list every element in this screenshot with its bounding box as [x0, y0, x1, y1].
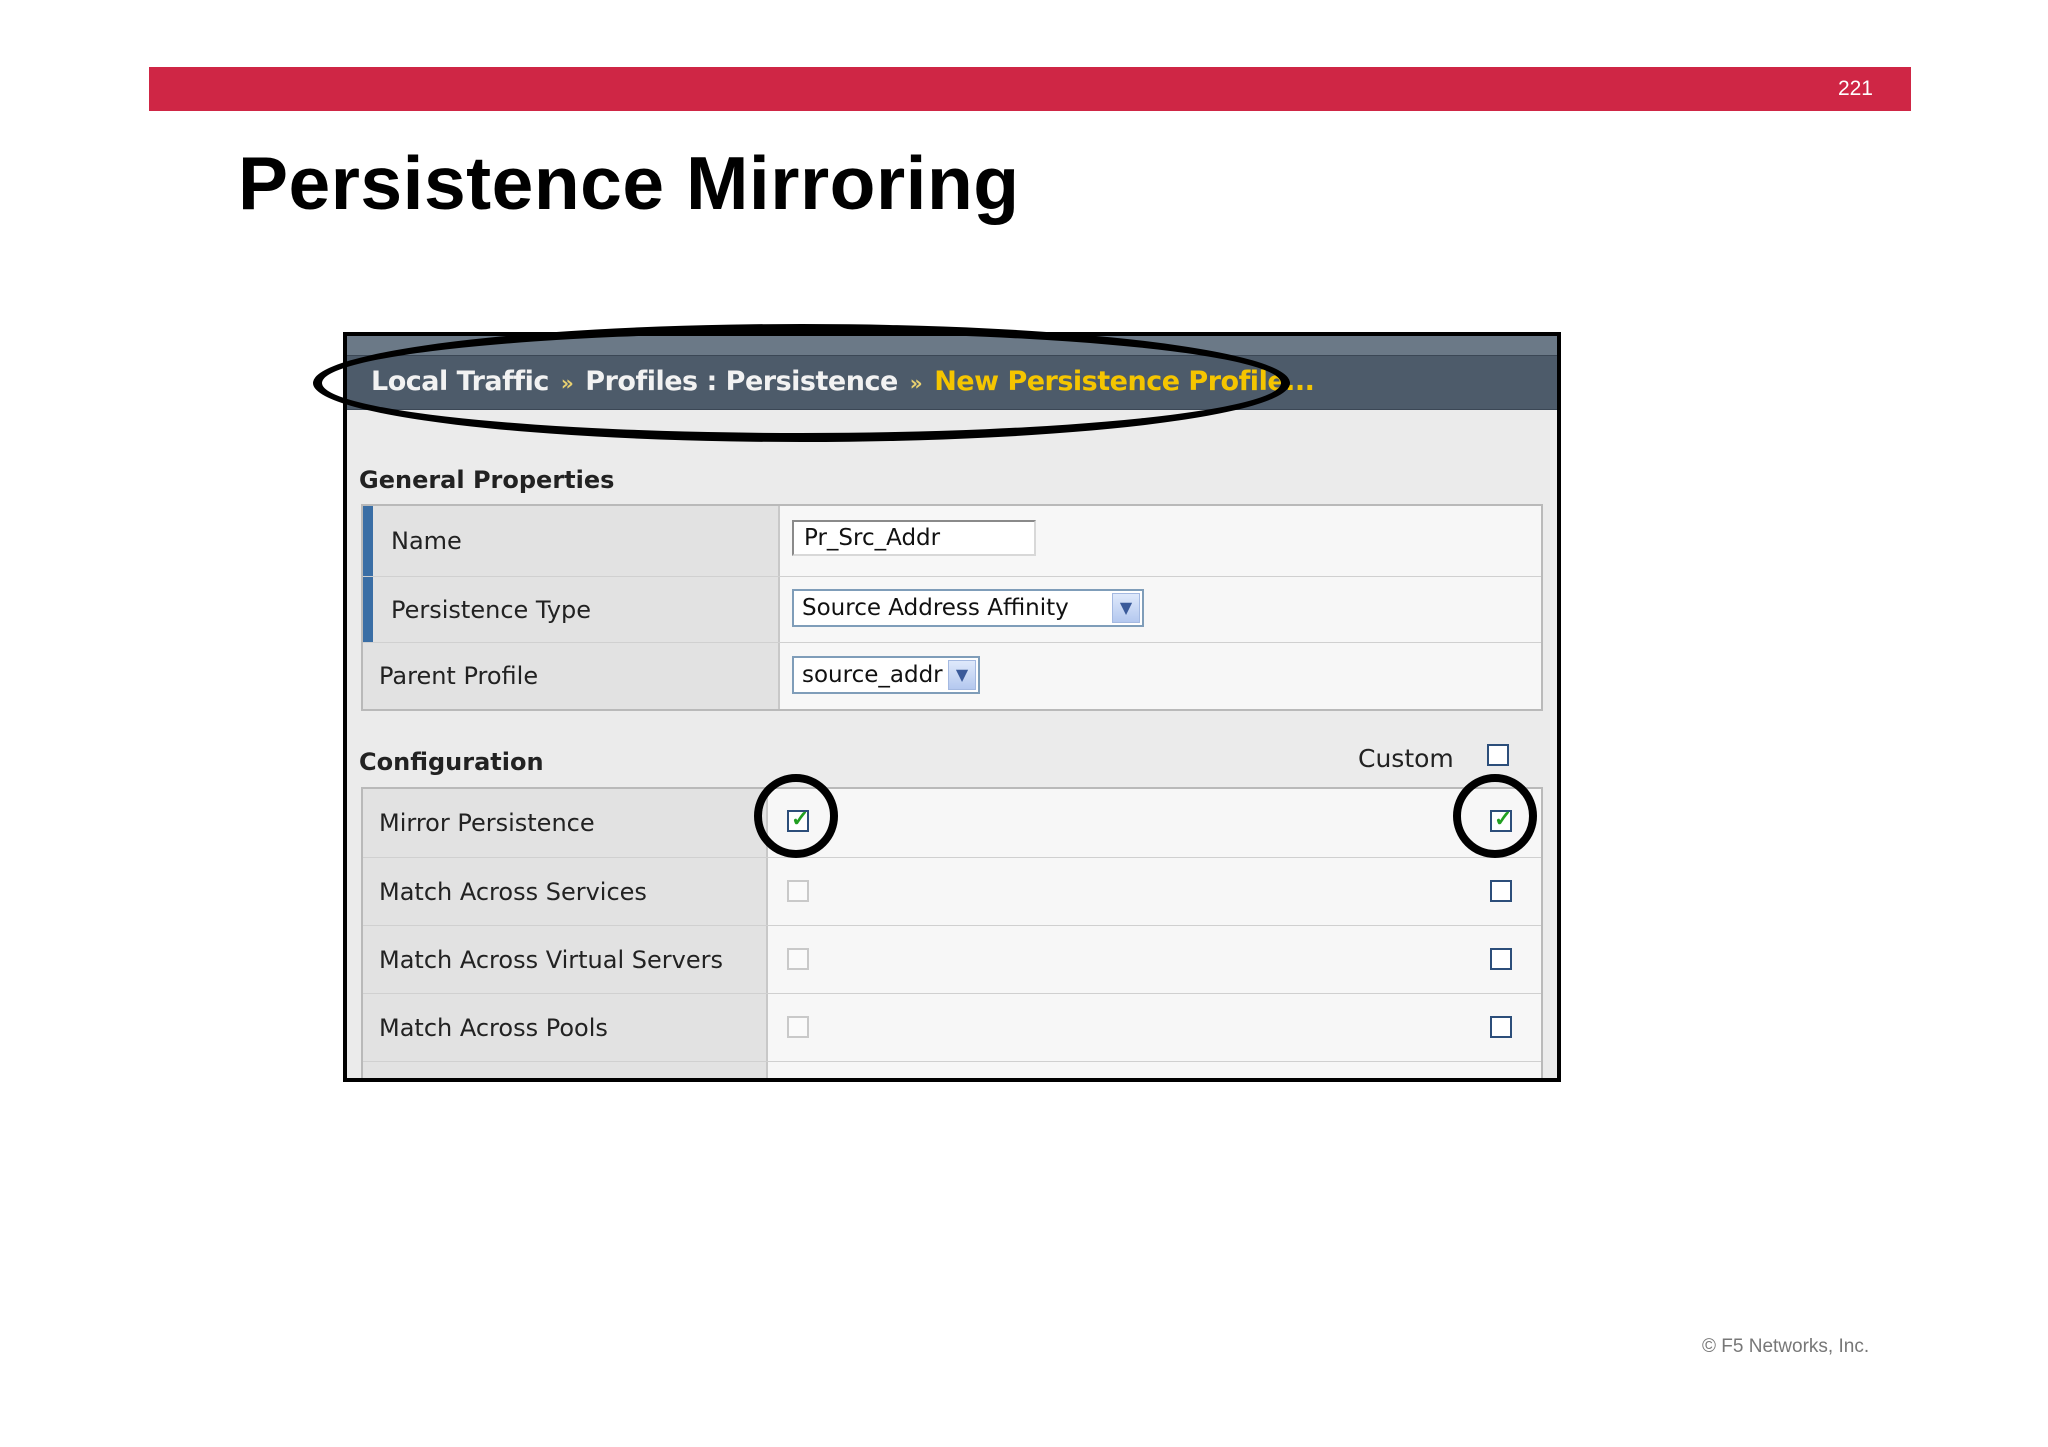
custom-checkbox[interactable]: [1487, 744, 1509, 766]
configuration-title: Configuration: [359, 748, 544, 776]
custom-checkbox-highlight-circle: [1453, 774, 1537, 858]
slide-header-bar: 221: [149, 67, 1911, 111]
name-row: Name Pr_Src_Addr: [363, 506, 1541, 576]
config-row: Match Across Services: [363, 857, 1541, 925]
chevron-down-icon[interactable]: ▼: [1112, 593, 1140, 623]
name-input[interactable]: Pr_Src_Addr: [792, 520, 1036, 556]
slide-title: Persistence Mirroring: [238, 141, 1020, 225]
persistence-type-label: Persistence Type: [391, 595, 592, 624]
persistence-type-row: Persistence Type Source Address Affinity…: [363, 576, 1541, 642]
breadcrumb-highlight-ellipse: [313, 324, 1290, 442]
match-across-services-label: Match Across Services: [379, 877, 647, 906]
name-label: Name: [391, 527, 462, 555]
match-across-pools-custom-checkbox[interactable]: [1490, 1016, 1512, 1038]
mirror-persistence-label: Mirror Persistence: [379, 809, 595, 837]
required-marker: [363, 577, 373, 642]
screenshot-frame: Local Traffic» Profiles : Persistence» New…: [343, 332, 1561, 1082]
match-across-virtual-servers-checkbox[interactable]: [787, 948, 809, 970]
parent-profile-row: Parent Profile source_addr ▼: [363, 642, 1541, 709]
match-across-pools-checkbox[interactable]: [787, 1016, 809, 1038]
checkbox-highlight-circle: [754, 774, 838, 858]
match-across-virtual-servers-custom-checkbox[interactable]: [1490, 948, 1512, 970]
general-properties-table: Name Pr_Src_Addr Persistence Type Source…: [361, 504, 1543, 711]
configuration-table: Mirror Persistence ✓ ✓ Match Across Serv…: [361, 787, 1543, 1078]
parent-profile-label: Parent Profile: [379, 662, 539, 690]
config-row: Match Across Pools: [363, 993, 1541, 1061]
match-across-services-custom-checkbox[interactable]: [1490, 880, 1512, 902]
match-across-pools-label: Match Across Pools: [379, 1013, 608, 1042]
match-across-services-checkbox[interactable]: [787, 880, 809, 902]
chevron-down-icon[interactable]: ▼: [948, 660, 976, 690]
config-row: Match Across Virtual Servers: [363, 925, 1541, 993]
config-row: Mirror Persistence ✓ ✓: [363, 789, 1541, 857]
persistence-type-select[interactable]: Source Address Affinity ▼: [792, 589, 1144, 627]
custom-label: Custom: [1358, 744, 1454, 773]
required-marker: [363, 506, 373, 576]
config-row-partial: [363, 1061, 1541, 1078]
match-across-virtual-servers-label: Match Across Virtual Servers: [379, 945, 723, 974]
parent-profile-select[interactable]: source_addr ▼: [792, 656, 980, 694]
slide-number: 221: [1837, 77, 1873, 100]
copyright-footer: © F5 Networks, Inc.: [1702, 1336, 1870, 1357]
general-properties-title: General Properties: [359, 466, 615, 494]
